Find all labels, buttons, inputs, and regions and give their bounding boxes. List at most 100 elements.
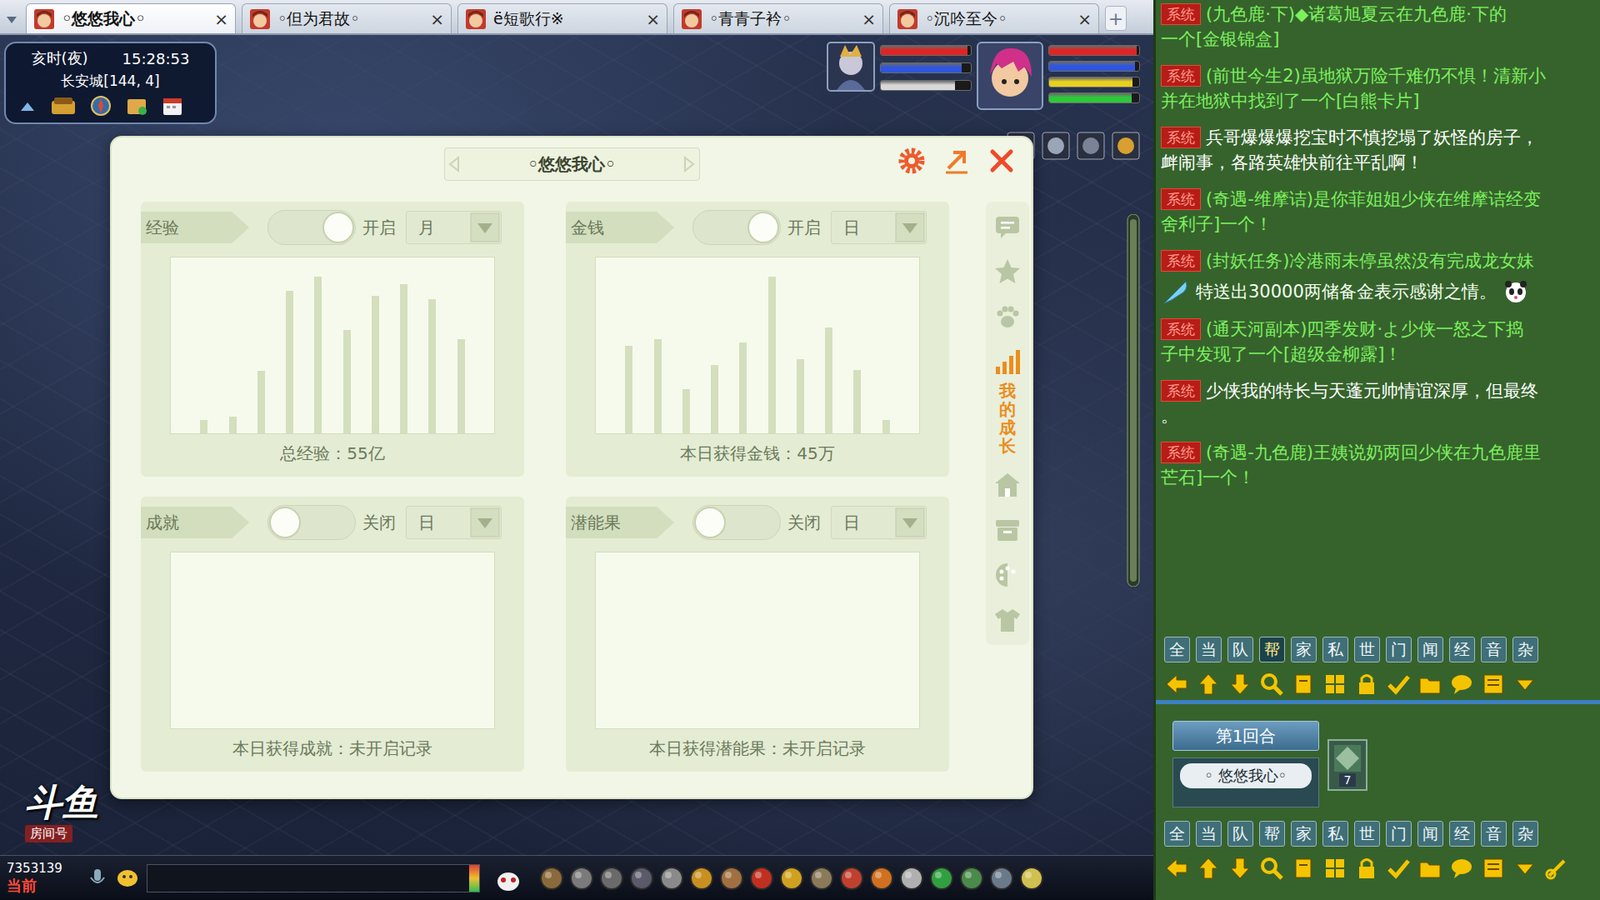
channel-tab[interactable]: 杂 <box>1512 820 1539 847</box>
channel-tab[interactable]: 全 <box>1164 820 1190 847</box>
pet-portrait-icon[interactable] <box>826 41 875 92</box>
toolbar-button-icon[interactable] <box>838 864 865 893</box>
channel-tab[interactable]: 帮 <box>1259 636 1285 663</box>
sidebar-item[interactable] <box>992 556 1023 594</box>
toolbar-button-icon[interactable] <box>928 864 955 893</box>
emoji-icon[interactable] <box>115 865 140 891</box>
channel-tab[interactable]: 闻 <box>1417 820 1444 847</box>
lock-icon[interactable] <box>1354 855 1380 881</box>
tab-close-button[interactable]: × <box>214 9 229 30</box>
dropdown-arrow-icon[interactable] <box>895 507 925 538</box>
bubble-icon[interactable] <box>1449 855 1475 881</box>
grid-icon[interactable] <box>1322 855 1349 881</box>
pet-companion-icon[interactable] <box>493 863 524 894</box>
check-icon[interactable] <box>1385 671 1412 697</box>
dropdown-icon[interactable] <box>1512 671 1539 697</box>
up-arrow-icon[interactable] <box>1195 671 1222 697</box>
channel-tab[interactable]: 私 <box>1322 820 1349 847</box>
down-arrow-icon[interactable] <box>1227 855 1254 881</box>
popout-arrow-icon[interactable] <box>941 145 972 176</box>
buff-icon[interactable] <box>1041 131 1070 160</box>
tab-close-button[interactable]: × <box>430 9 445 30</box>
dropdown-arrow-icon[interactable] <box>895 212 925 243</box>
toggle-knob[interactable] <box>747 211 780 244</box>
channel-tab[interactable]: 音 <box>1480 636 1507 663</box>
dropdown-icon[interactable] <box>1512 671 1539 697</box>
tab-close-button[interactable]: × <box>1077 9 1092 30</box>
microphone-icon[interactable] <box>86 865 109 891</box>
down-arrow-icon[interactable] <box>1227 671 1254 697</box>
toolbar-button-icon[interactable] <box>628 864 655 893</box>
period-dropdown[interactable]: 日 <box>830 210 927 245</box>
up-arrow-icon[interactable] <box>1195 671 1222 697</box>
folder-icon[interactable] <box>1417 671 1444 697</box>
tab-menu-icon[interactable] <box>3 3 20 34</box>
toolbar-button-icon[interactable] <box>538 864 565 893</box>
toolbar-button-icon[interactable] <box>718 864 745 893</box>
toolbar-button-icon[interactable] <box>658 864 685 893</box>
note-icon[interactable] <box>1290 855 1317 881</box>
grid-icon[interactable] <box>1322 671 1349 697</box>
period-dropdown[interactable]: 日 <box>830 505 927 540</box>
note-icon[interactable] <box>1290 855 1317 881</box>
sidebar-item[interactable] <box>992 511 1023 549</box>
dropdown-arrow-icon[interactable] <box>470 507 500 538</box>
toolbar-button-icon[interactable] <box>748 864 775 893</box>
toolbar-button-icon[interactable] <box>598 864 625 893</box>
folder-icon[interactable] <box>1417 855 1444 881</box>
toolbar-button-icon[interactable] <box>1018 864 1045 893</box>
player-portrait-icon[interactable] <box>976 41 1044 110</box>
toolbar-button-icon[interactable] <box>868 864 895 893</box>
toolbar-button-icon[interactable] <box>658 864 685 893</box>
tab-close-button[interactable]: × <box>861 9 876 30</box>
dropdown-arrow-icon[interactable] <box>470 212 500 243</box>
calendar-icon[interactable] <box>160 94 185 118</box>
bubble-icon[interactable] <box>1449 855 1475 881</box>
lock-icon[interactable] <box>1354 671 1380 697</box>
gear-icon[interactable] <box>896 145 927 176</box>
sidebar-item[interactable] <box>992 253 1023 290</box>
channel-tab[interactable]: 家 <box>1290 636 1317 663</box>
channel-tab[interactable]: 全 <box>1164 636 1190 663</box>
list-icon[interactable] <box>1480 855 1507 881</box>
toolbar-button-icon[interactable] <box>868 864 895 893</box>
combatant-portrait[interactable]: 7 <box>1327 739 1368 791</box>
toolbar-button-icon[interactable] <box>748 864 775 893</box>
list-icon[interactable] <box>1480 671 1507 697</box>
toolbar-button-icon[interactable] <box>988 864 1015 893</box>
record-toggle[interactable] <box>267 210 356 245</box>
left-arrow-icon[interactable] <box>1164 855 1190 881</box>
channel-tab[interactable]: 当 <box>1195 636 1222 663</box>
book-icon[interactable] <box>49 94 78 118</box>
dropdown-arrow-icon[interactable] <box>895 507 925 538</box>
folder-icon[interactable] <box>1417 855 1444 881</box>
buff-icon[interactable] <box>1076 131 1105 160</box>
compass-icon[interactable] <box>89 94 113 118</box>
record-toggle[interactable] <box>692 210 781 245</box>
browser-tab[interactable]: ◦悠悠我心◦× <box>25 3 236 34</box>
browser-tab[interactable]: ◦青青子衿◦× <box>673 3 884 34</box>
link-icon[interactable] <box>1544 855 1570 881</box>
up-arrow-icon[interactable] <box>1195 855 1222 881</box>
toolbar-button-icon[interactable] <box>598 864 625 893</box>
toggle-knob[interactable] <box>694 506 726 539</box>
channel-tab[interactable]: 家 <box>1290 820 1317 847</box>
scroll-icon[interactable] <box>124 94 150 118</box>
record-toggle[interactable] <box>692 505 781 540</box>
dropdown-arrow-icon[interactable] <box>470 212 500 243</box>
toolbar-button-icon[interactable] <box>1018 864 1045 893</box>
channel-tab[interactable]: 私 <box>1322 636 1349 663</box>
folder-icon[interactable] <box>1417 671 1444 697</box>
toolbar-button-icon[interactable] <box>778 864 805 893</box>
chat-channel-button[interactable]: 当前 <box>6 875 37 896</box>
channel-tab[interactable]: 门 <box>1385 636 1412 663</box>
pet-companion-icon[interactable] <box>493 863 524 894</box>
toolbar-button-icon[interactable] <box>778 864 805 893</box>
close-icon[interactable] <box>986 145 1017 176</box>
toolbar-button-icon[interactable] <box>898 864 925 893</box>
note-icon[interactable] <box>1290 671 1317 697</box>
list-icon[interactable] <box>1480 671 1507 697</box>
channel-tab[interactable]: 当 <box>1195 820 1222 847</box>
toolbar-button-icon[interactable] <box>628 864 655 893</box>
toggle-knob[interactable] <box>269 506 301 539</box>
